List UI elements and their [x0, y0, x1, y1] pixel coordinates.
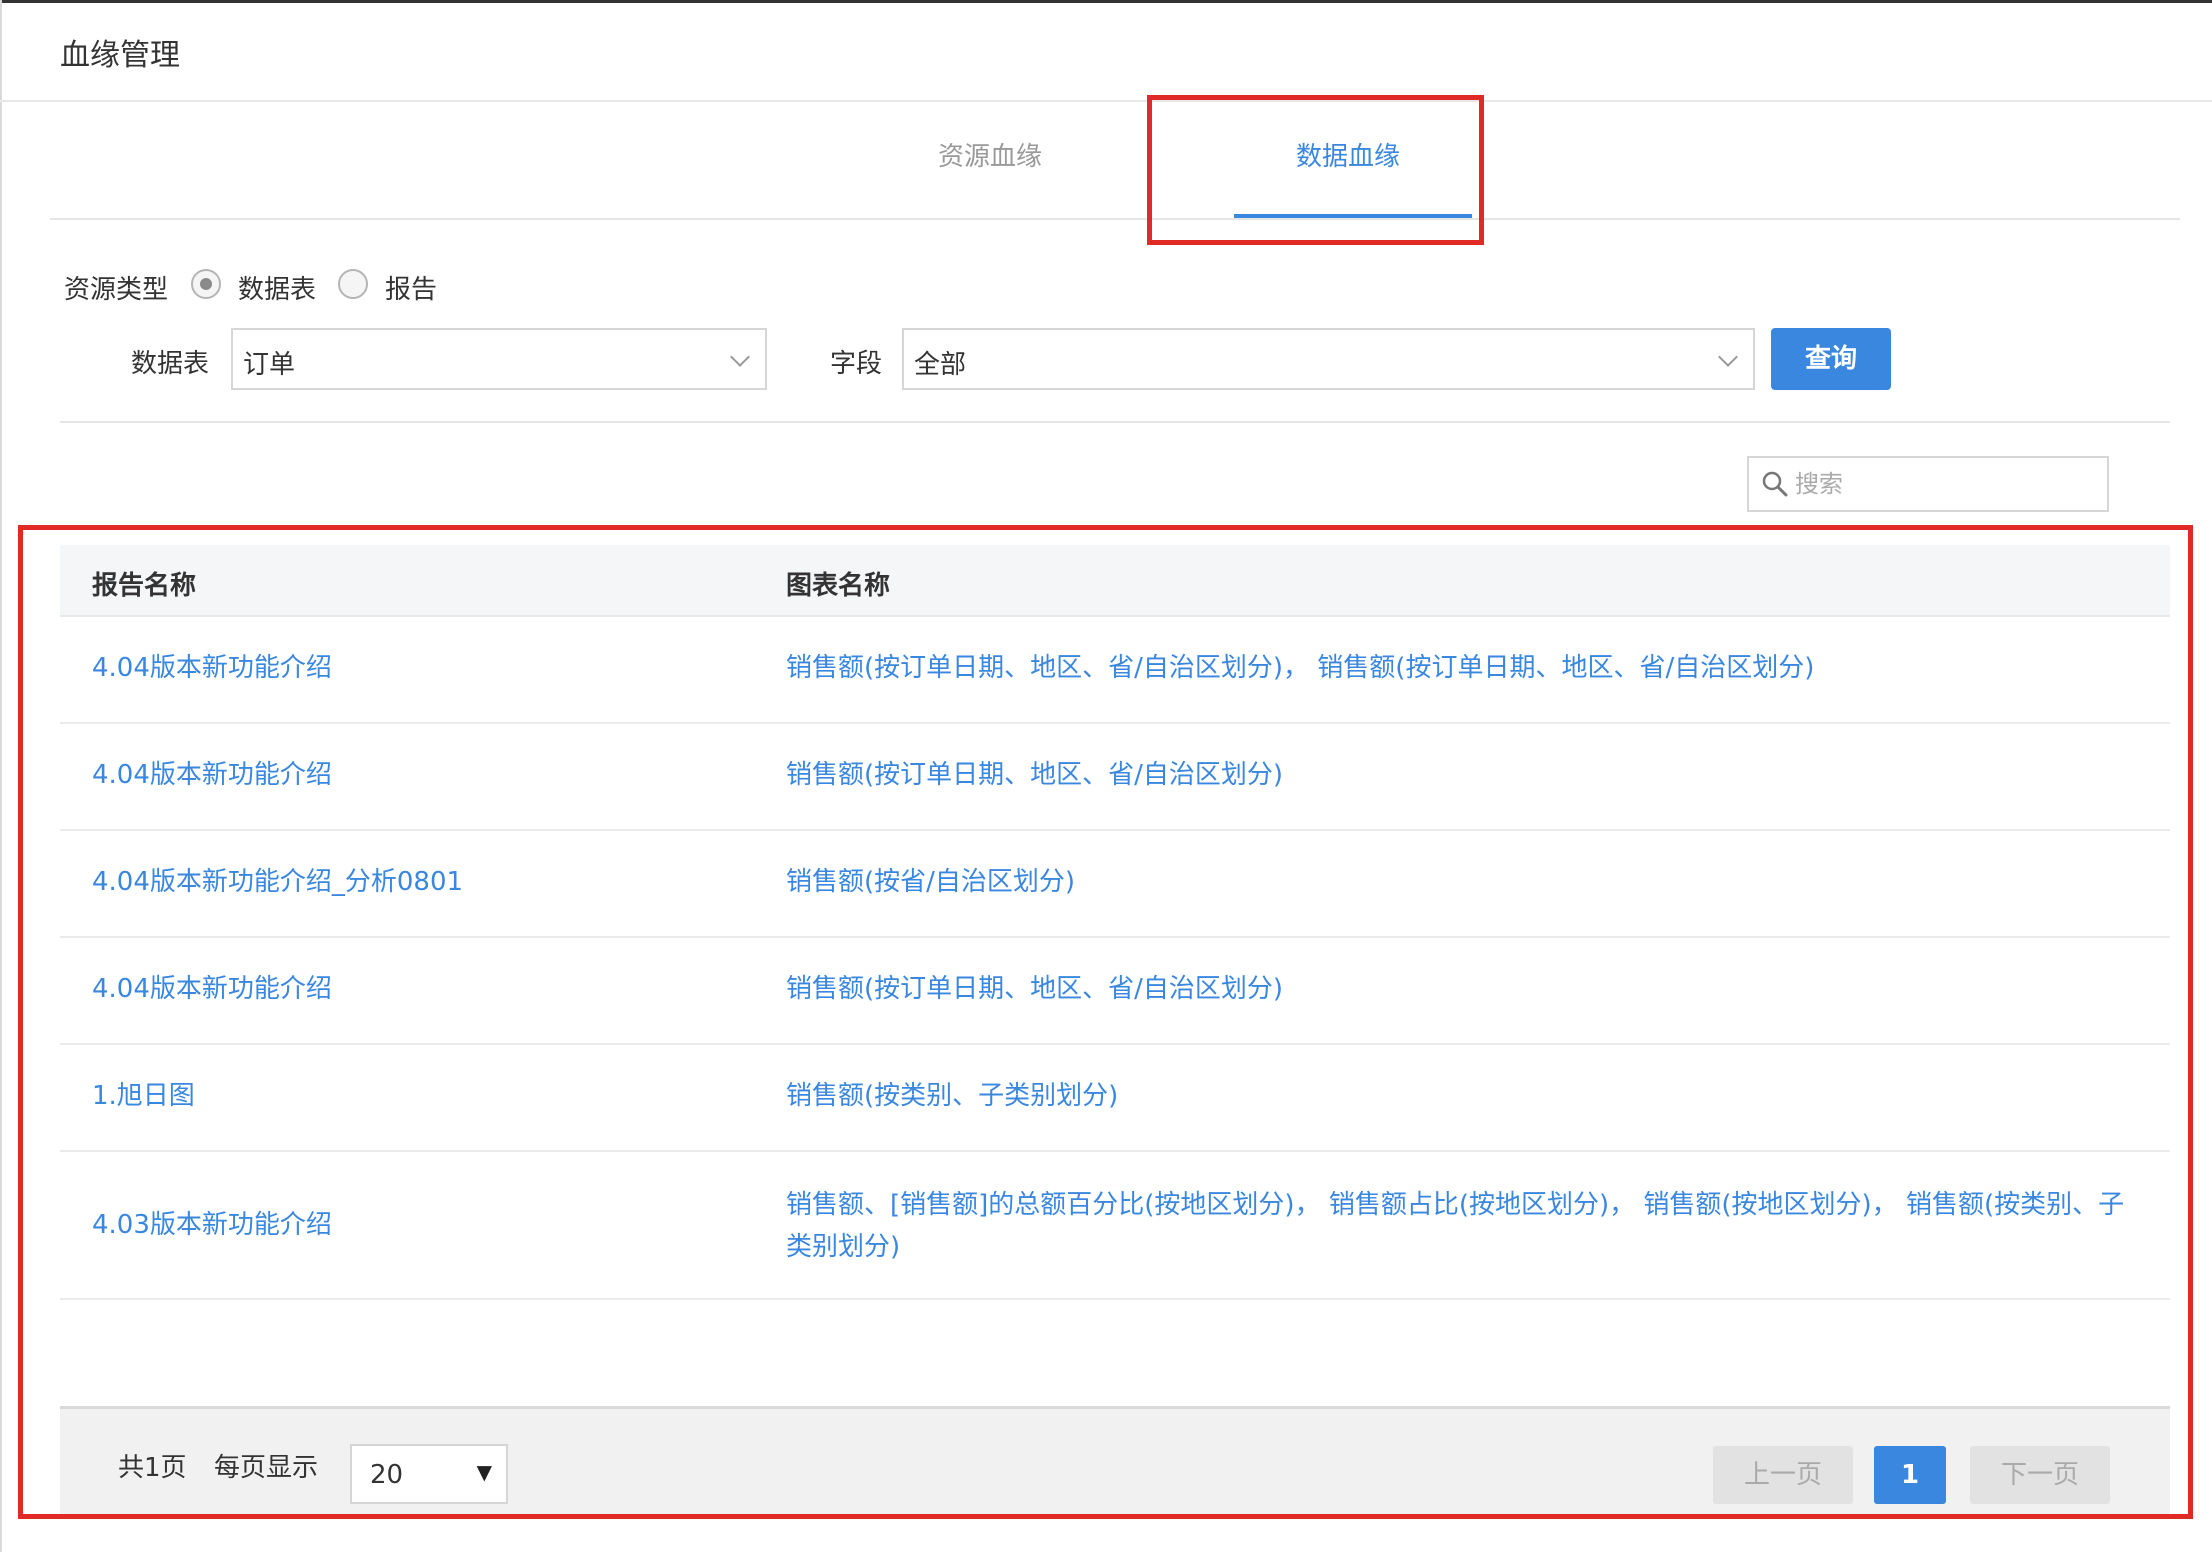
- report-name-link[interactable]: 4.04版本新功能介绍: [92, 968, 332, 1010]
- chart-name-link[interactable]: 销售额(按省/自治区划分): [786, 861, 2146, 903]
- title-divider: [0, 100, 2212, 102]
- radio-data-table-label[interactable]: 数据表: [238, 269, 316, 306]
- window-left-border: [0, 0, 2, 1552]
- chart-name-link[interactable]: 销售额(按类别、子类别划分): [786, 1075, 2146, 1117]
- chevron-down-icon: [1718, 347, 1738, 367]
- dropdown-arrow-icon: ▼: [476, 1460, 492, 1484]
- table-row: 4.04版本新功能介绍 销售额(按订单日期、地区、省/自治区划分)， 销售额(按…: [60, 617, 2170, 724]
- pagination-footer: 共1页 每页显示 20 ▼ 上一页 1 下一页: [60, 1406, 2170, 1514]
- field-select-value: 全部: [914, 350, 967, 380]
- report-name-link[interactable]: 4.04版本新功能介绍: [92, 754, 332, 796]
- table-select[interactable]: 订单: [231, 328, 767, 390]
- report-name-link[interactable]: 1.旭日图: [92, 1075, 195, 1117]
- filter-divider: [60, 421, 2170, 423]
- report-name-link[interactable]: 4.03版本新功能介绍: [92, 1204, 332, 1246]
- chart-name-link[interactable]: 销售额(按订单日期、地区、省/自治区划分)， 销售额(按订单日期、地区、省/自治…: [786, 647, 2146, 689]
- page-size-select[interactable]: 20 ▼: [350, 1444, 508, 1504]
- report-name-link[interactable]: 4.04版本新功能介绍_分析0801: [92, 861, 463, 903]
- page-size-value: 20: [370, 1460, 404, 1490]
- chart-name-link[interactable]: 销售额(按订单日期、地区、省/自治区划分): [786, 968, 2146, 1010]
- radio-report[interactable]: [338, 269, 368, 299]
- table-select-label: 数据表: [131, 349, 210, 379]
- report-name-link[interactable]: 4.04版本新功能介绍: [92, 647, 332, 689]
- table-row: 4.04版本新功能介绍 销售额(按订单日期、地区、省/自治区划分): [60, 938, 2170, 1045]
- table-row: 1.旭日图 销售额(按类别、子类别划分): [60, 1045, 2170, 1152]
- field-select-label: 字段: [830, 349, 883, 379]
- chevron-down-icon: [730, 347, 750, 367]
- window-top-border: [0, 0, 2212, 3]
- column-header-report[interactable]: 报告名称: [92, 565, 196, 602]
- radio-report-label[interactable]: 报告: [385, 269, 437, 306]
- per-page-label: 每页显示: [214, 1453, 319, 1483]
- column-header-chart[interactable]: 图表名称: [786, 565, 890, 602]
- tab-resource-lineage[interactable]: 资源血缘: [938, 136, 1042, 173]
- search-icon: [1762, 471, 1788, 497]
- search-box[interactable]: [1747, 456, 2109, 512]
- search-input[interactable]: [1795, 458, 2095, 510]
- tab-divider: [50, 218, 2180, 220]
- table-row: 4.04版本新功能介绍 销售额(按订单日期、地区、省/自治区划分): [60, 724, 2170, 831]
- chart-name-link[interactable]: 销售额(按订单日期、地区、省/自治区划分): [786, 754, 2146, 796]
- prev-page-button[interactable]: 上一页: [1713, 1446, 1853, 1504]
- chart-name-link[interactable]: 销售额、[销售额]的总额百分比(按地区划分)， 销售额占比(按地区划分)， 销售…: [786, 1184, 2146, 1268]
- table-row: 4.04版本新功能介绍_分析0801 销售额(按省/自治区划分): [60, 831, 2170, 938]
- table-row: 4.03版本新功能介绍 销售额、[销售额]的总额百分比(按地区划分)， 销售额占…: [60, 1152, 2170, 1300]
- query-button[interactable]: 查询: [1771, 328, 1891, 390]
- radio-data-table[interactable]: [191, 269, 221, 299]
- table-select-value: 订单: [243, 350, 296, 380]
- table-header: 报告名称 图表名称: [60, 545, 2170, 617]
- field-select[interactable]: 全部: [902, 328, 1755, 390]
- tab-highlight-box: [1147, 95, 1484, 245]
- page-title: 血缘管理: [60, 38, 180, 73]
- resource-type-label: 资源类型: [64, 275, 169, 305]
- next-page-button[interactable]: 下一页: [1970, 1446, 2110, 1504]
- total-pages-text: 共1页: [118, 1453, 187, 1483]
- current-page-button[interactable]: 1: [1874, 1446, 1946, 1504]
